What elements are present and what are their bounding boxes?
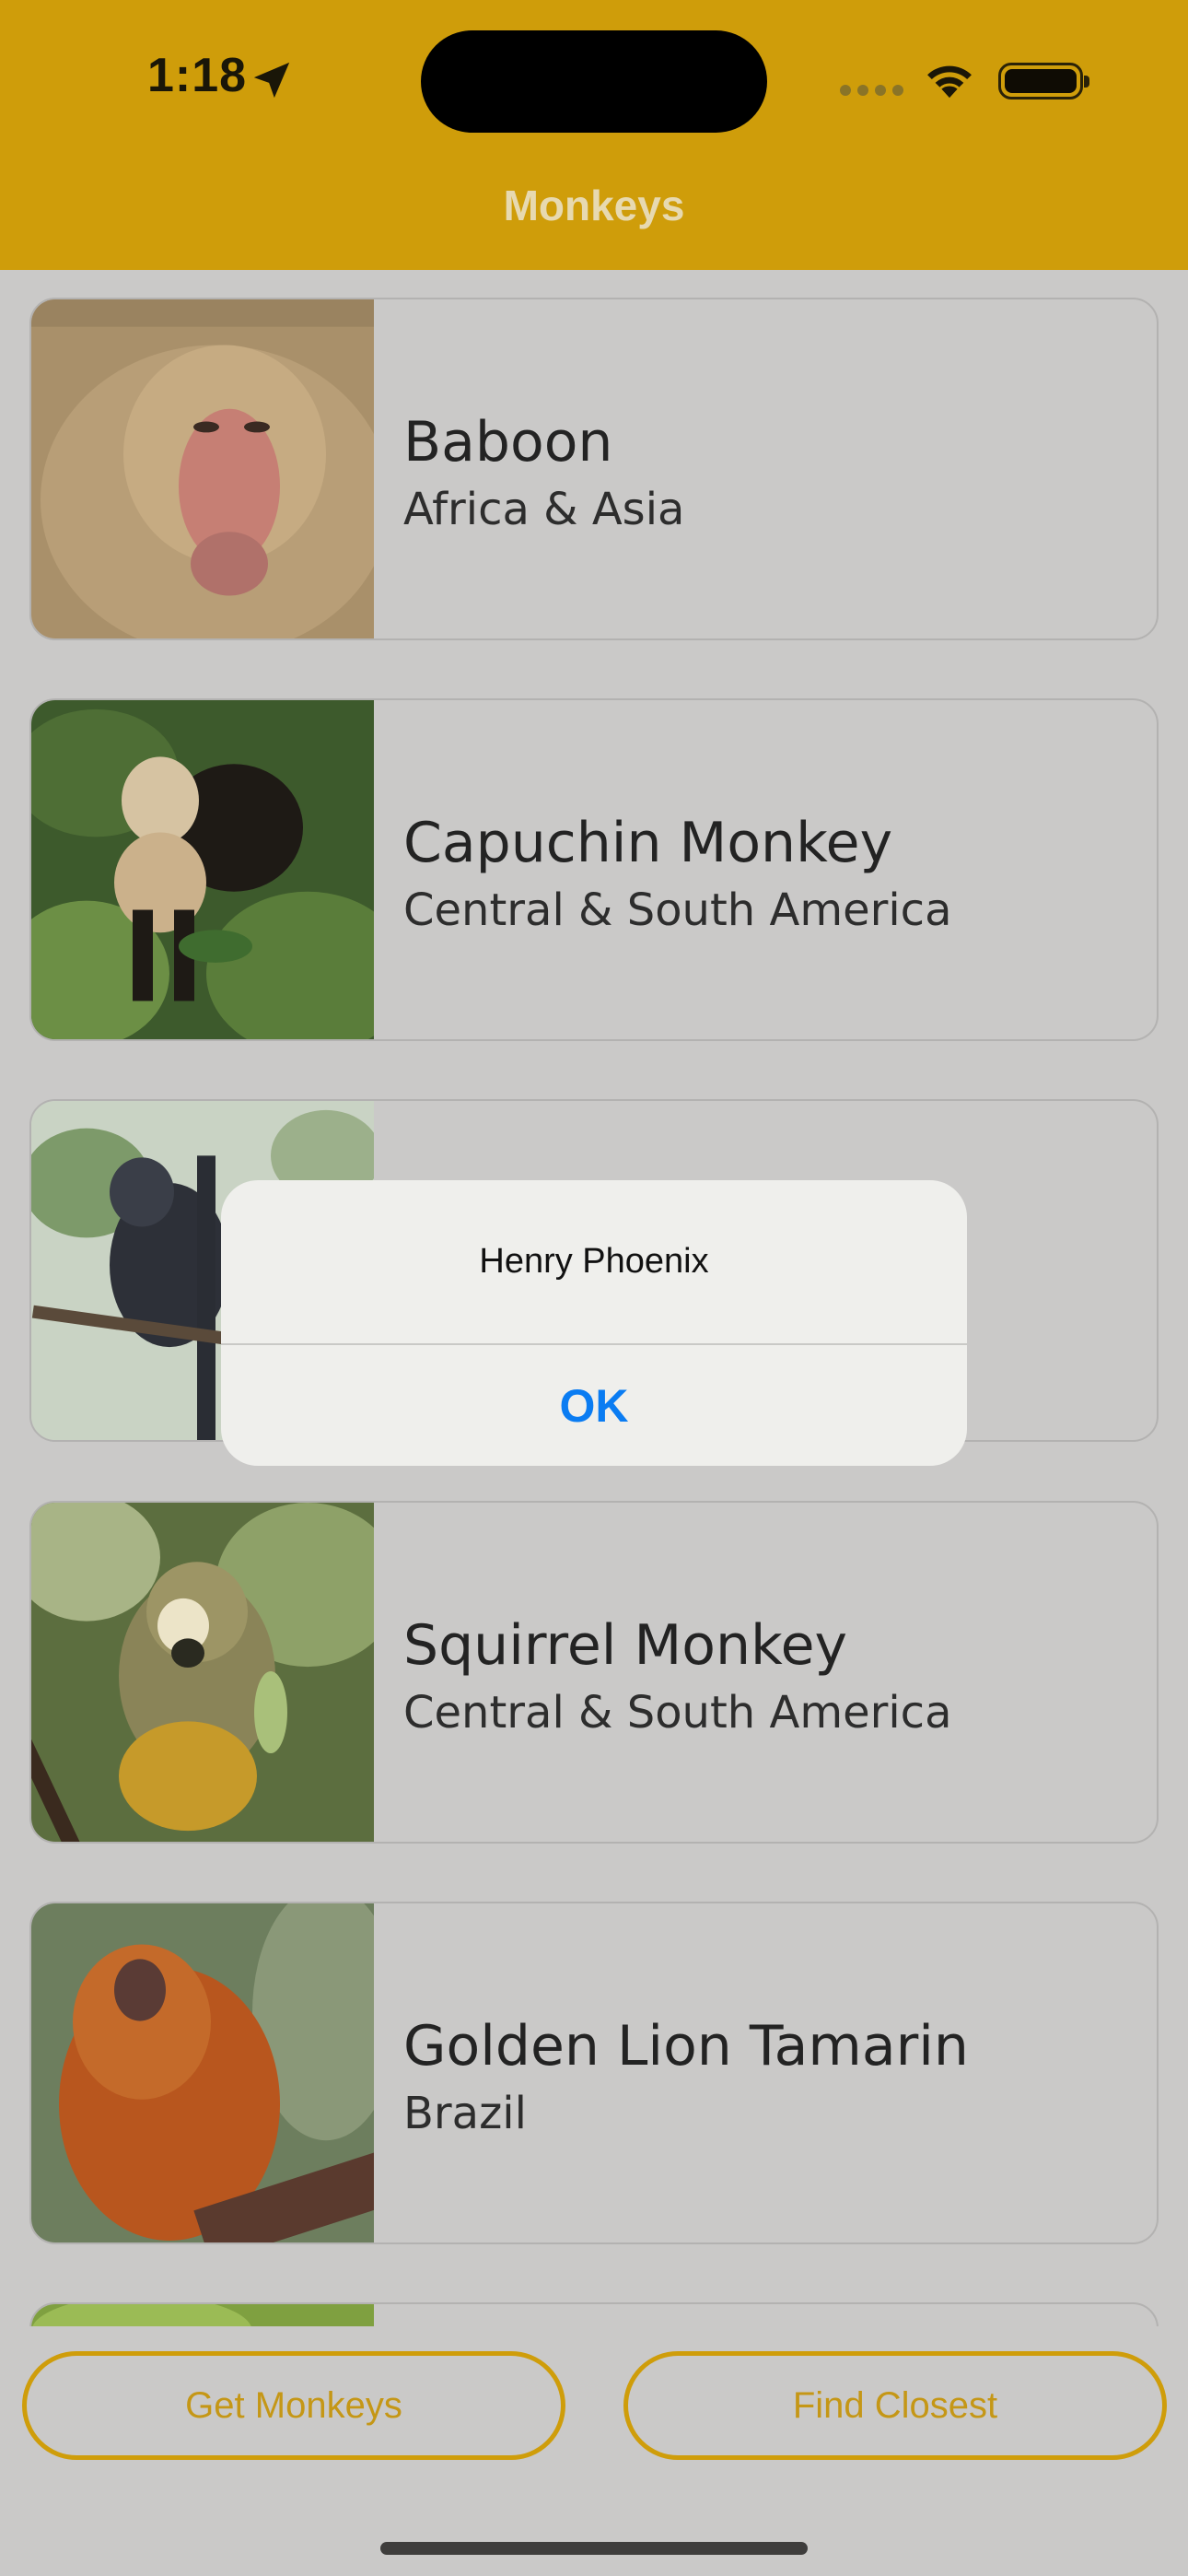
cellular-signal-icon (840, 85, 904, 98)
baboon-photo (31, 299, 374, 638)
monkey-card-squirrel[interactable]: Squirrel Monkey Central & South America (29, 1501, 1159, 1844)
golden-lion-tamarin-photo (31, 1903, 374, 2242)
alert-ok-button[interactable]: OK (221, 1345, 967, 1466)
monkey-name: Squirrel Monkey (403, 1613, 848, 1678)
squirrel-monkey-photo (31, 1503, 374, 1842)
status-time: 1:18 (147, 49, 248, 102)
battery-icon (998, 63, 1089, 100)
home-indicator[interactable] (380, 2542, 808, 2555)
alert-message: Henry Phoenix (479, 1242, 709, 1281)
capuchin-photo (31, 700, 374, 1039)
monkey-location: Brazil (403, 2088, 527, 2139)
monkey-name: Capuchin Monkey (403, 811, 893, 875)
monkey-card-baboon[interactable]: Baboon Africa & Asia (29, 298, 1159, 640)
monkey-location: Africa & Asia (403, 484, 685, 535)
get-monkeys-button[interactable]: Get Monkeys (22, 2351, 565, 2460)
dynamic-island (421, 30, 767, 133)
monkey-card-golden-lion-tamarin[interactable]: Golden Lion Tamarin Brazil (29, 1902, 1159, 2244)
wifi-icon (927, 65, 972, 99)
top-bar: 1:18 Monkeys (0, 0, 1188, 270)
monkey-location: Central & South America (403, 1687, 952, 1739)
monkey-location: Central & South America (403, 884, 952, 936)
location-arrow-icon (253, 62, 290, 99)
page-title: Monkeys (503, 181, 685, 229)
find-closest-button[interactable]: Find Closest (623, 2351, 1167, 2460)
monkey-name: Baboon (403, 410, 613, 474)
monkey-name: Golden Lion Tamarin (403, 2014, 969, 2078)
monkey-card-capuchin[interactable]: Capuchin Monkey Central & South America (29, 698, 1159, 1041)
monkey-photo (31, 2304, 374, 2326)
monkey-card-partial[interactable] (29, 2302, 1159, 2326)
alert-dialog: Henry Phoenix OK (221, 1180, 967, 1466)
